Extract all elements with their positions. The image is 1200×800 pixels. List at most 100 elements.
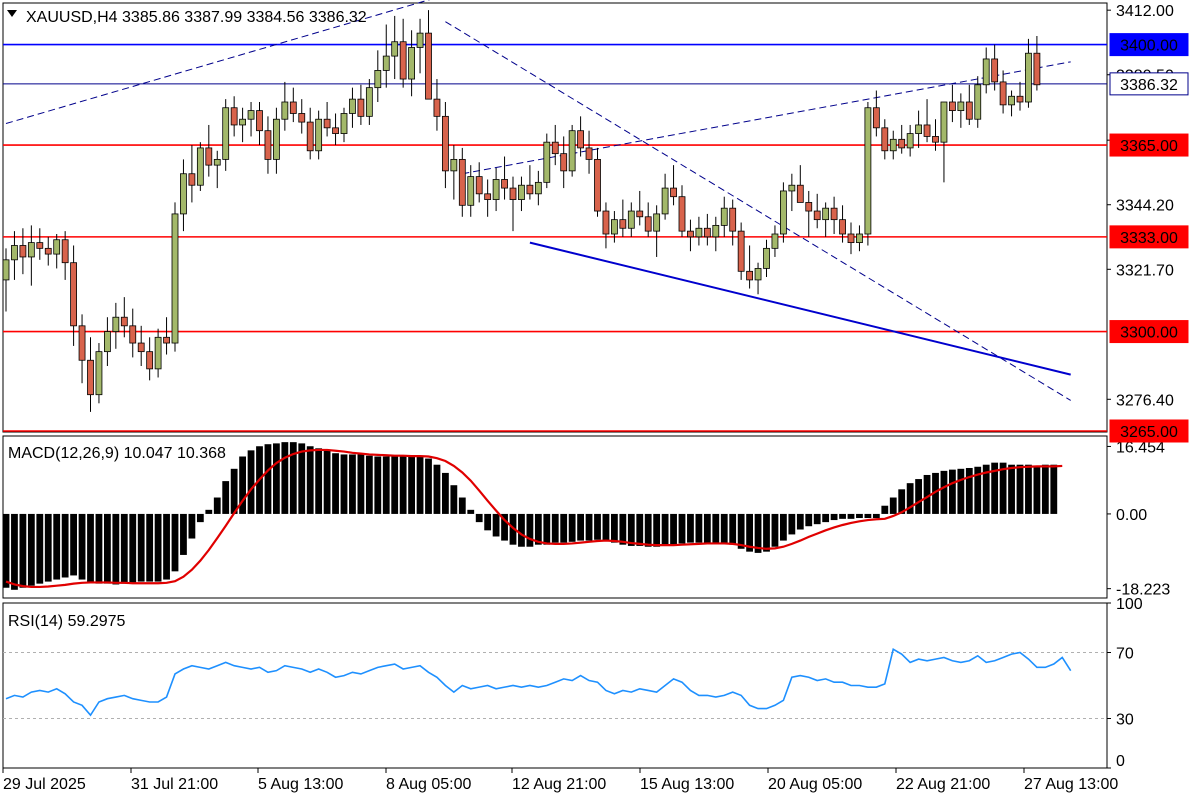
macd-bar — [872, 513, 880, 519]
candle — [940, 101, 948, 183]
candle — [999, 70, 1007, 114]
macd-bar — [129, 513, 137, 583]
macd-bar — [678, 513, 686, 544]
macd-bar — [340, 454, 348, 514]
macd-bar — [889, 497, 897, 514]
macd-bar — [70, 513, 77, 576]
macd-bar — [577, 513, 584, 541]
candle — [923, 99, 931, 143]
rsi-pane[interactable] — [3, 647, 1107, 719]
dashed-trendline-2 — [445, 21, 1071, 401]
candle — [501, 156, 508, 200]
candle — [965, 84, 973, 125]
macd-bar — [19, 513, 27, 588]
candle — [112, 302, 120, 349]
candle-body — [349, 98, 356, 114]
candle-body — [754, 268, 762, 281]
macd-bar — [264, 444, 272, 514]
candle-body — [611, 219, 618, 235]
candle-body — [196, 147, 204, 186]
level-label-text: 3365.00 — [1120, 138, 1178, 155]
candle-body — [780, 190, 787, 235]
rsi-line — [5, 647, 1072, 717]
time-tick-label: 27 Aug 13:00 — [1024, 776, 1118, 793]
candle — [289, 87, 297, 123]
candle-body — [163, 336, 170, 344]
price-axis[interactable]: 3412.003389.503366.703344.203321.703276.… — [1107, 3, 1174, 409]
macd-bar — [644, 513, 652, 547]
triangle-down-icon[interactable] — [7, 10, 17, 17]
time-axis[interactable]: 29 Jul 2025 31 Jul 21:00 5 Aug 13:00 8 Aug … — [2, 768, 1118, 793]
trading-chart[interactable]: 3412.003389.503366.703344.203321.703276.… — [0, 0, 1200, 800]
candle-body — [492, 179, 500, 200]
candle-body — [458, 158, 466, 206]
macd-bar — [213, 497, 221, 514]
macd-bar — [137, 513, 145, 582]
candle-body — [154, 336, 162, 370]
macd-bar — [475, 513, 483, 523]
candle — [441, 102, 449, 189]
macd-bar — [813, 513, 821, 525]
candle-body — [433, 98, 441, 117]
candle — [222, 99, 230, 171]
price-tick-label: 3321.70 — [1116, 262, 1174, 279]
candle-body — [805, 202, 813, 212]
candle-body — [408, 47, 416, 80]
candle-body — [53, 239, 61, 255]
candle-body — [560, 153, 568, 172]
macd-bar — [112, 513, 120, 585]
price-pane[interactable] — [2, 0, 1107, 432]
candle — [560, 136, 568, 189]
candle — [678, 185, 686, 237]
macd-bar — [349, 454, 356, 514]
level-label-3300.00: 3300.00 — [1109, 320, 1189, 344]
price-tick-label: 3276.40 — [1116, 392, 1174, 409]
candle — [881, 119, 889, 160]
candle — [374, 50, 382, 102]
candle — [915, 110, 922, 148]
candles — [2, 10, 1041, 412]
candle-body — [315, 118, 323, 152]
candle — [298, 99, 306, 134]
candle-body — [61, 239, 69, 264]
candle — [847, 222, 855, 255]
candle — [771, 225, 779, 257]
level-label-3365.00: 3365.00 — [1109, 133, 1189, 157]
time-tick-label: 20 Aug 05:00 — [768, 776, 862, 793]
candle — [788, 173, 796, 212]
candle — [475, 162, 483, 203]
candle — [323, 102, 331, 137]
candle — [104, 317, 111, 366]
candle — [518, 176, 525, 212]
candle-body — [906, 133, 914, 149]
candle-body — [450, 158, 458, 172]
candle-body — [796, 184, 804, 203]
time-tick-label: 29 Jul 2025 — [3, 776, 86, 793]
candle-body — [839, 219, 846, 235]
support-trendline — [529, 241, 1071, 376]
candle — [822, 202, 830, 237]
macd-bar — [44, 513, 52, 582]
candle — [695, 216, 703, 246]
candle-body — [70, 262, 77, 327]
macd-bar — [847, 513, 855, 519]
macd-bar — [332, 453, 339, 514]
candle — [256, 102, 263, 146]
macd-bar — [484, 513, 492, 531]
candle — [805, 190, 813, 237]
macd-bar — [949, 469, 956, 514]
candle — [957, 93, 965, 128]
symbol-info: XAUUSD,H4 3385.86 3387.99 3384.56 3386.3… — [26, 9, 367, 26]
macd-bar — [611, 513, 618, 543]
time-tick-label: 31 Jul 21:00 — [131, 776, 218, 793]
macd-pane[interactable] — [2, 442, 1063, 590]
candle — [551, 124, 559, 166]
macd-bar — [492, 513, 500, 537]
macd-bar — [95, 513, 103, 584]
candle-body — [1016, 95, 1024, 103]
candle — [982, 47, 990, 94]
candle-body — [856, 233, 863, 244]
macd-bar — [551, 513, 559, 543]
macd-bar — [433, 464, 441, 514]
candle — [906, 124, 914, 157]
